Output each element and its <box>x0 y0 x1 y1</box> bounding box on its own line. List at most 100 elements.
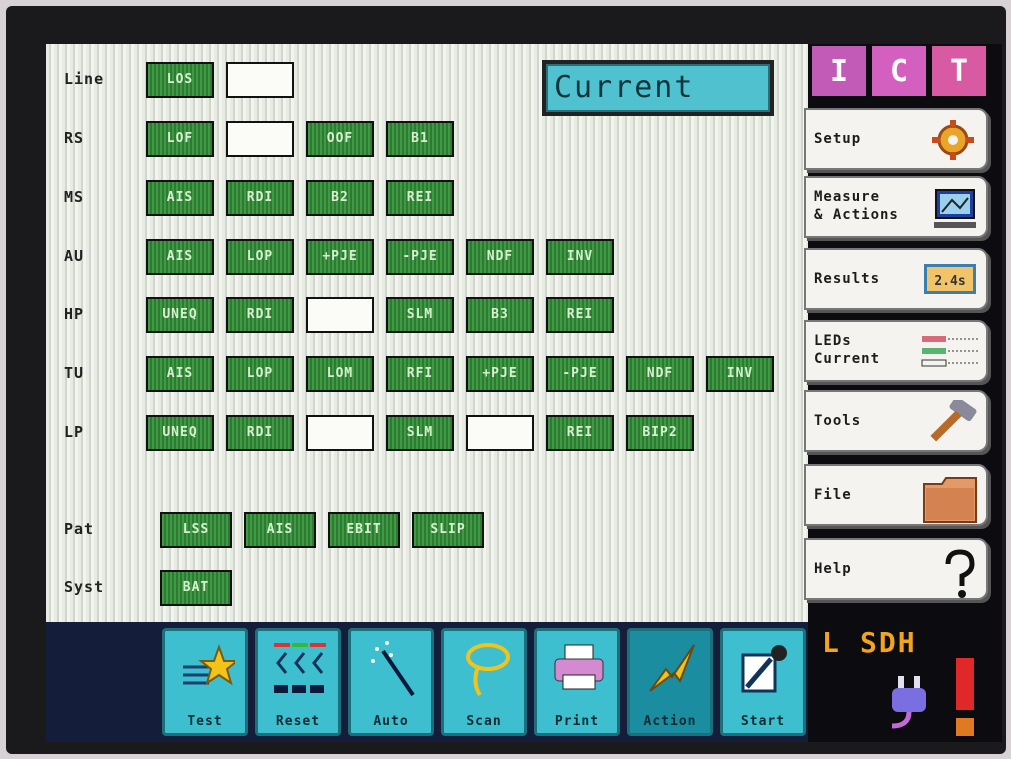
menu-results-label: Results <box>814 271 881 287</box>
wand-icon <box>365 639 421 699</box>
status-mode: L <box>822 626 839 659</box>
leds-icon <box>920 330 980 378</box>
led-hp-blank-2[interactable] <box>306 297 374 333</box>
led-pat-slip[interactable]: SLIP <box>412 512 484 548</box>
led-lp-rdi[interactable]: RDI <box>226 415 294 451</box>
toolbar-scan-button[interactable]: Scan <box>441 628 527 736</box>
led-hp-slm[interactable]: SLM <box>386 297 454 333</box>
led-au-lop[interactable]: LOP <box>226 239 294 275</box>
menu-file-button[interactable]: File <box>804 464 988 526</box>
row-label-au: AU <box>64 247 85 265</box>
toolbar-print-label: Print <box>554 714 600 729</box>
led-pat-ais[interactable]: AIS <box>244 512 316 548</box>
menu-file-label: File <box>814 487 852 503</box>
menu-help-button[interactable]: Help <box>804 538 988 600</box>
question-icon <box>940 548 980 606</box>
reset-icon <box>272 639 328 699</box>
led-ms-ais[interactable]: AIS <box>146 180 214 216</box>
row-label-syst: Syst <box>64 578 105 596</box>
alarm-panel: Current Line LOS RS LOF OOF B1 MS AIS RDI B2 REI AU… <box>46 44 808 622</box>
menu-tools-button[interactable]: Tools <box>804 390 988 452</box>
led-line-los[interactable]: LOS <box>146 62 214 98</box>
led-lp-blank-4[interactable] <box>466 415 534 451</box>
toolbar-test-label: Test <box>187 714 223 729</box>
led-syst-bat[interactable]: BAT <box>160 570 232 606</box>
lasso-icon <box>458 639 514 699</box>
menu-results-button[interactable]: Results 2.4s <box>804 248 988 310</box>
led-ms-rei[interactable]: REI <box>386 180 454 216</box>
led-tu-inv[interactable]: INV <box>706 356 774 392</box>
start-icon <box>737 639 793 699</box>
toolbar-action-label: Action <box>643 714 697 729</box>
hammer-icon <box>920 396 980 456</box>
toolbar-auto-button[interactable]: Auto <box>348 628 434 736</box>
menu-help-label: Help <box>814 561 852 577</box>
led-tu-pje[interactable]: -PJE <box>546 356 614 392</box>
status-standard: SDH <box>860 626 917 659</box>
power-plug-icon <box>891 676 926 729</box>
current-view-label: Current <box>546 64 770 112</box>
menu-measure-label: Measure & Actions <box>814 189 899 223</box>
row-label-lp: LP <box>64 423 85 441</box>
led-tu-lom[interactable]: LOM <box>306 356 374 392</box>
led-ms-b2[interactable]: B2 <box>306 180 374 216</box>
led-lp-slm[interactable]: SLM <box>386 415 454 451</box>
led-ms-rdi[interactable]: RDI <box>226 180 294 216</box>
led-au-ais[interactable]: AIS <box>146 239 214 275</box>
gear-icon <box>926 118 980 166</box>
led-au-pje[interactable]: +PJE <box>306 239 374 275</box>
monitor-icon <box>930 186 980 236</box>
led-hp-rei[interactable]: REI <box>546 297 614 333</box>
led-line-blank-1[interactable] <box>226 62 294 98</box>
row-label-pat: Pat <box>64 520 95 538</box>
alarm-exclamation-icon <box>956 658 974 736</box>
led-rs-b1[interactable]: B1 <box>386 121 454 157</box>
device-bezel: Current Line LOS RS LOF OOF B1 MS AIS RDI B2 REI AU… <box>6 6 1006 754</box>
led-tu-ndf[interactable]: NDF <box>626 356 694 392</box>
led-tu-pje[interactable]: +PJE <box>466 356 534 392</box>
folder-icon <box>920 474 980 530</box>
logo-letter-i: I <box>812 46 866 96</box>
logo-letter-t: T <box>932 46 986 96</box>
led-pat-ebit[interactable]: EBIT <box>328 512 400 548</box>
menu-setup-button[interactable]: Setup <box>804 108 988 170</box>
row-label-ms: MS <box>64 188 85 206</box>
menu-setup-label: Setup <box>814 131 862 147</box>
toolbar-reset-button[interactable]: Reset <box>255 628 341 736</box>
led-lp-blank-2[interactable] <box>306 415 374 451</box>
led-au-ndf[interactable]: NDF <box>466 239 534 275</box>
logo-letter-c: C <box>872 46 926 96</box>
led-tu-lop[interactable]: LOP <box>226 356 294 392</box>
menu-measure-button[interactable]: Measure & Actions <box>804 176 988 238</box>
led-lp-bip2[interactable]: BIP2 <box>626 415 694 451</box>
led-au-pje[interactable]: -PJE <box>386 239 454 275</box>
lightning-icon <box>644 639 700 699</box>
led-hp-rdi[interactable]: RDI <box>226 297 294 333</box>
led-tu-rfi[interactable]: RFI <box>386 356 454 392</box>
menu-leds-button[interactable]: LEDs Current <box>804 320 988 382</box>
toolbar-action-button[interactable]: Action <box>627 628 713 736</box>
results-badge: 2.4s <box>924 264 976 294</box>
row-label-hp: HP <box>64 305 85 323</box>
led-rs-lof[interactable]: LOF <box>146 121 214 157</box>
menu-tools-label: Tools <box>814 413 862 429</box>
led-lp-uneq[interactable]: UNEQ <box>146 415 214 451</box>
toolbar-reset-label: Reset <box>275 714 321 729</box>
row-label-line: Line <box>64 70 105 88</box>
led-tu-ais[interactable]: AIS <box>146 356 214 392</box>
toolbar-print-button[interactable]: Print <box>534 628 620 736</box>
led-lp-rei[interactable]: REI <box>546 415 614 451</box>
toolbar-test-button[interactable]: Test <box>162 628 248 736</box>
row-label-tu: TU <box>64 364 85 382</box>
led-pat-lss[interactable]: LSS <box>160 512 232 548</box>
led-rs-blank-1[interactable] <box>226 121 294 157</box>
led-hp-b3[interactable]: B3 <box>466 297 534 333</box>
star-icon <box>179 639 240 699</box>
current-view-box[interactable]: Current <box>542 60 774 116</box>
screen: Current Line LOS RS LOF OOF B1 MS AIS RDI B2 REI AU… <box>46 44 1002 742</box>
led-rs-oof[interactable]: OOF <box>306 121 374 157</box>
printer-icon <box>551 639 607 699</box>
led-au-inv[interactable]: INV <box>546 239 614 275</box>
led-hp-uneq[interactable]: UNEQ <box>146 297 214 333</box>
toolbar-start-button[interactable]: Start <box>720 628 806 736</box>
